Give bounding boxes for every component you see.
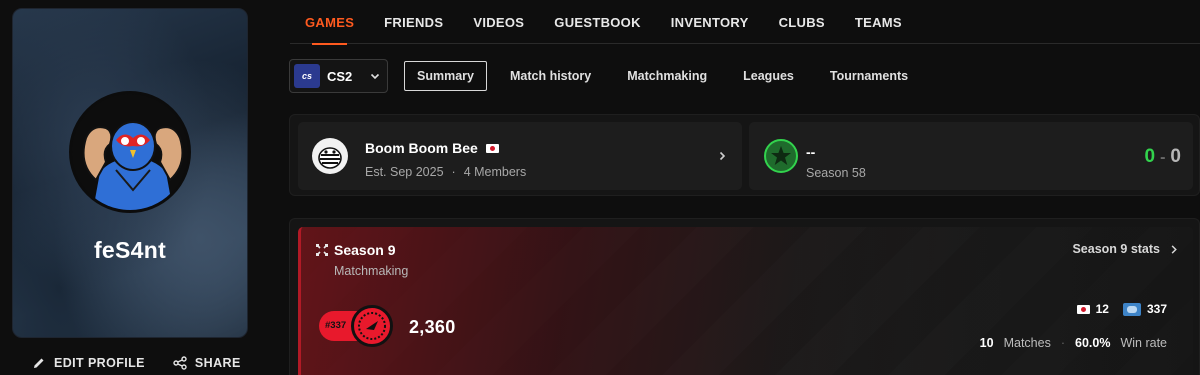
share-icon	[173, 356, 187, 370]
club-name-text: Boom Boom Bee	[365, 140, 478, 156]
club-meta: Est. Sep 2025 · 4 Members	[365, 165, 526, 179]
winrate-value: 60.0%	[1075, 336, 1111, 350]
share-label: SHARE	[194, 356, 241, 370]
tab-games[interactable]: GAMES	[290, 0, 369, 45]
club-logo	[312, 138, 348, 174]
region-rank-value: 337	[1146, 302, 1167, 316]
rankings: 12 337	[1076, 302, 1167, 316]
japan-flag-icon	[485, 143, 499, 153]
game-name: CS2	[327, 68, 353, 84]
league-season: Season 58	[806, 166, 866, 180]
season-panel: Season 9 Matchmaking Season 9 stats #337…	[289, 218, 1200, 375]
rank-medal-icon	[351, 305, 393, 347]
club-established: Est. Sep 2025	[365, 165, 444, 179]
share-button[interactable]: SHARE	[173, 356, 241, 370]
subtabs: Summary Match history Matchmaking League…	[404, 61, 921, 91]
subtab-label: Tournaments	[829, 69, 909, 83]
club-card[interactable]: Boom Boom Bee Est. Sep 2025 · 4 Members	[298, 122, 742, 190]
season-card: Season 9 Matchmaking Season 9 stats #337…	[298, 227, 1193, 375]
tab-clubs[interactable]: CLUBS	[764, 0, 840, 44]
winrate-label: Win rate	[1120, 336, 1167, 350]
league-name: --	[806, 144, 816, 160]
chevron-down-icon	[370, 73, 380, 80]
rank-badge-number: #337	[325, 320, 347, 331]
edit-profile-button[interactable]: EDIT PROFILE	[32, 356, 145, 370]
subtab-tournaments[interactable]: Tournaments	[817, 61, 921, 91]
tab-friends[interactable]: FRIENDS	[369, 0, 458, 44]
subtab-summary[interactable]: Summary	[404, 61, 487, 91]
season-stats: 10 Matches · 60.0% Win rate	[980, 336, 1167, 350]
chevron-right-icon	[1171, 244, 1177, 254]
tab-inventory[interactable]: INVENTORY	[656, 0, 764, 44]
subtab-match-history[interactable]: Match history	[497, 61, 604, 91]
wrestler-avatar-icon	[72, 94, 188, 210]
score-losses: 0	[1170, 146, 1181, 167]
country-rank: 12	[1076, 302, 1109, 316]
top-nav: GAMES FRIENDS VIDEOS GUESTBOOK INVENTORY…	[290, 0, 1200, 45]
score-wins: 0	[1144, 146, 1156, 167]
subtab-label: Leagues	[743, 69, 794, 83]
tab-label: INVENTORY	[670, 14, 749, 30]
season-subtitle: Matchmaking	[334, 264, 409, 278]
matchmaking-icon	[316, 244, 328, 256]
cs-logo-icon: cs	[294, 64, 320, 88]
tab-guestbook[interactable]: GUESTBOOK	[539, 0, 655, 44]
subtab-label: Match history	[509, 69, 592, 83]
japan-flag-icon	[1076, 304, 1090, 314]
subtab-label: Summary	[417, 69, 474, 83]
matches-value: 10	[979, 336, 994, 350]
club-members: 4 Members	[463, 165, 527, 179]
club-league-panel: Boom Boom Bee Est. Sep 2025 · 4 Members …	[289, 114, 1200, 196]
tab-label: TEAMS	[854, 14, 902, 30]
game-selector[interactable]: cs CS2	[289, 59, 388, 93]
level-arrow-icon	[358, 312, 386, 340]
stats-separator: ·	[1060, 336, 1065, 350]
country-rank-value: 12	[1095, 302, 1109, 316]
tab-label: VIDEOS	[473, 14, 525, 30]
matches-label: Matches	[1003, 336, 1051, 350]
season-title: Season 9	[334, 242, 396, 258]
profile-actions: EDIT PROFILE SHARE	[32, 356, 241, 370]
score-separator: -	[1160, 149, 1166, 166]
avatar[interactable]	[69, 91, 191, 213]
tab-label: FRIENDS	[384, 14, 444, 30]
tab-teams[interactable]: TEAMS	[840, 0, 917, 44]
rank-badge: #337	[319, 305, 393, 347]
subtab-label: Matchmaking	[627, 69, 708, 83]
club-name: Boom Boom Bee	[365, 140, 499, 156]
league-score: 0 - 0	[1145, 146, 1181, 168]
region-flag-icon	[1122, 302, 1141, 316]
tab-label: GUESTBOOK	[554, 14, 641, 30]
league-card[interactable]: -- Season 58 0 - 0	[749, 122, 1193, 190]
region-rank: 337	[1122, 302, 1167, 316]
elo-value: 2,360	[409, 317, 456, 337]
meta-separator: ·	[451, 165, 456, 179]
username: feS4nt	[93, 237, 167, 263]
season-stats-link[interactable]: Season 9 stats	[1072, 242, 1179, 256]
chevron-right-icon	[719, 151, 726, 161]
edit-profile-label: EDIT PROFILE	[54, 356, 145, 370]
profile-card: feS4nt	[12, 8, 248, 338]
league-star-icon	[764, 139, 798, 173]
bee-logo-icon	[313, 139, 347, 173]
tab-label: CLUBS	[778, 14, 825, 30]
season-stats-label: Season 9 stats	[1072, 242, 1160, 256]
tab-label: GAMES	[305, 14, 355, 30]
subtab-matchmaking[interactable]: Matchmaking	[614, 61, 720, 91]
subtab-leagues[interactable]: Leagues	[730, 61, 807, 91]
pencil-icon	[34, 358, 44, 368]
sub-nav: cs CS2 Summary Match history Matchmaking…	[289, 59, 921, 93]
tab-videos[interactable]: VIDEOS	[458, 0, 539, 44]
